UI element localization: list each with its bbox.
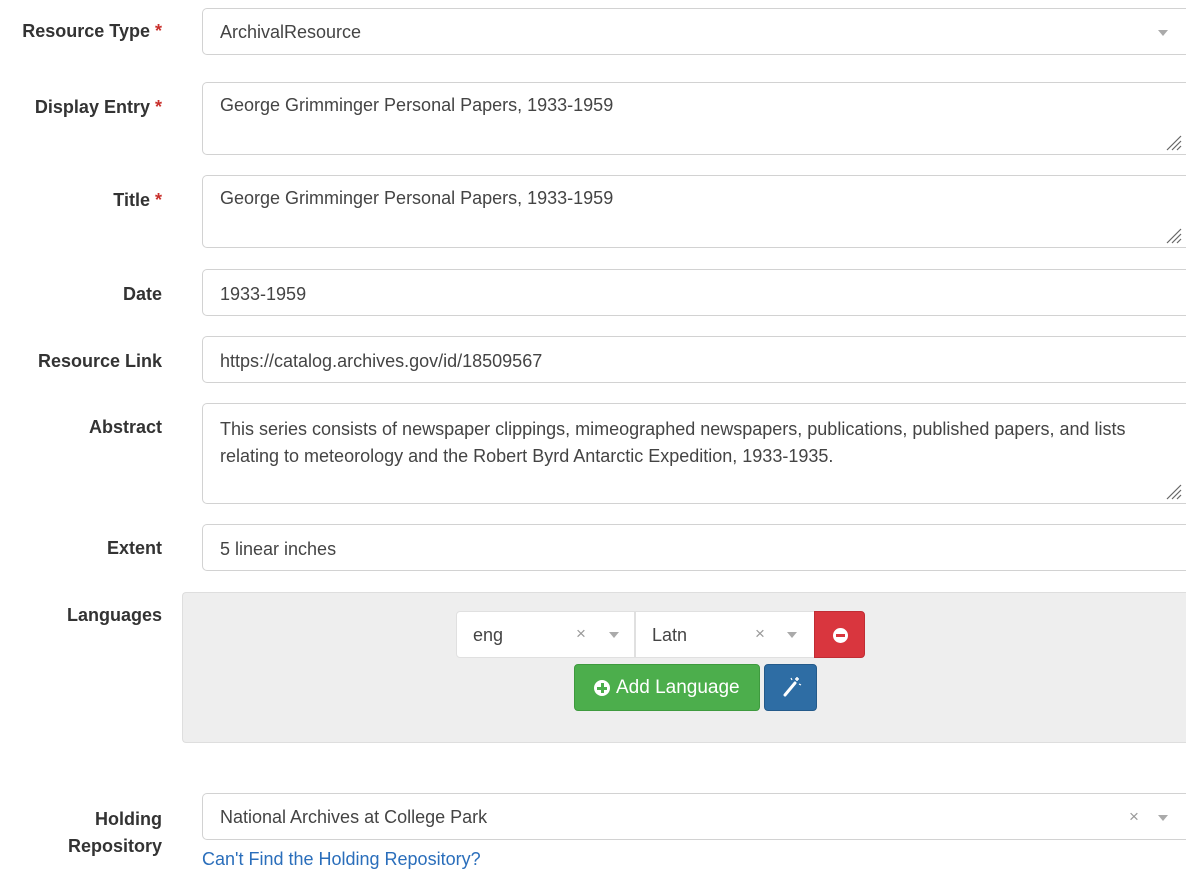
clear-icon[interactable]: × — [576, 624, 586, 644]
remove-language-button[interactable] — [814, 611, 865, 658]
resource-type-value: ArchivalResource — [220, 22, 362, 42]
clear-icon[interactable]: × — [755, 624, 765, 644]
resource-link-value: https://catalog.archives.gov/id/18509567 — [220, 351, 543, 371]
date-input[interactable]: 1933-1959 — [202, 269, 1186, 316]
resource-link-input[interactable]: https://catalog.archives.gov/id/18509567 — [202, 336, 1186, 383]
date-value: 1933-1959 — [220, 284, 307, 304]
resize-handle-icon[interactable] — [1164, 226, 1182, 244]
languages-label: Languages — [66, 605, 162, 625]
required-marker: * — [154, 21, 162, 41]
title-textarea[interactable]: George Grimminger Personal Papers, 1933-… — [202, 175, 1186, 248]
extent-value: 5 linear inches — [220, 539, 337, 559]
required-marker: * — [154, 97, 162, 117]
magic-wand-icon — [783, 677, 802, 697]
resize-handle-icon[interactable] — [1164, 133, 1182, 151]
clear-icon[interactable]: × — [1129, 807, 1139, 827]
date-label: Date — [122, 284, 162, 304]
language-value: eng — [473, 625, 504, 645]
holding-repository-label: Holding Repository — [67, 809, 162, 856]
chevron-down-icon[interactable] — [787, 632, 797, 638]
chevron-down-icon[interactable] — [1158, 30, 1168, 36]
extent-input[interactable]: 5 linear inches — [202, 524, 1186, 571]
chevron-down-icon[interactable] — [1158, 815, 1168, 821]
holding-repository-select[interactable]: National Archives at College Park × — [202, 793, 1186, 840]
holding-repository-value: National Archives at College Park — [220, 807, 488, 827]
plus-circle-icon — [594, 680, 610, 696]
add-language-button[interactable]: Add Language — [574, 664, 760, 711]
title-label: Title * — [113, 190, 162, 210]
magic-wand-button[interactable] — [764, 664, 817, 711]
abstract-textarea[interactable]: This series consists of newspaper clippi… — [202, 403, 1186, 504]
language-select[interactable]: eng × — [456, 611, 635, 658]
display-entry-value: George Grimminger Personal Papers, 1933-… — [220, 95, 614, 115]
resize-handle-icon[interactable] — [1164, 482, 1182, 500]
abstract-value: This series consists of newspaper clippi… — [220, 419, 1126, 466]
add-language-label: Add Language — [616, 677, 740, 698]
display-entry-label: Display Entry * — [34, 97, 162, 117]
resource-link-label: Resource Link — [37, 351, 162, 371]
abstract-label: Abstract — [88, 417, 162, 437]
title-value: George Grimminger Personal Papers, 1933-… — [220, 188, 614, 208]
chevron-down-icon[interactable] — [609, 632, 619, 638]
required-marker: * — [154, 190, 162, 210]
display-entry-textarea[interactable]: George Grimminger Personal Papers, 1933-… — [202, 82, 1186, 155]
resource-type-select[interactable]: ArchivalResource — [202, 8, 1186, 55]
script-select[interactable]: Latn × — [635, 611, 815, 658]
resource-type-label: Resource Type * — [22, 21, 162, 41]
remove-icon — [833, 628, 848, 643]
extent-label: Extent — [106, 538, 162, 558]
script-value: Latn — [652, 625, 688, 645]
cant-find-repository-link[interactable]: Can't Find the Holding Repository? — [202, 849, 481, 870]
